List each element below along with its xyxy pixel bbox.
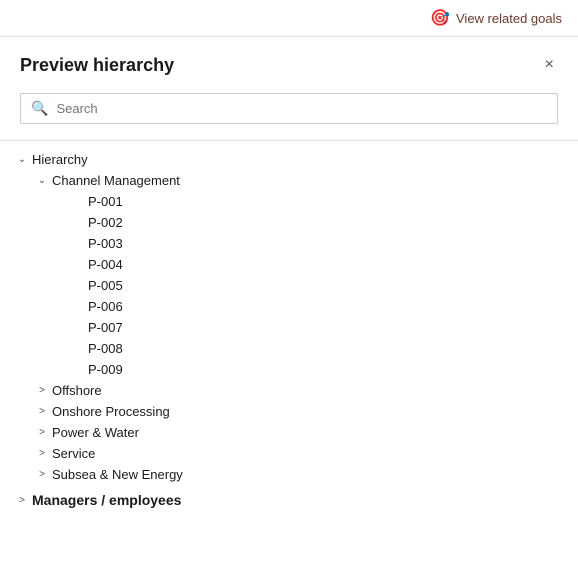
view-related-goals-link[interactable]: 🎯 View related goals	[430, 8, 562, 28]
p006-label: P-006	[88, 299, 123, 314]
search-input[interactable]	[56, 101, 547, 116]
tree-item-p005[interactable]: P-005	[16, 275, 562, 296]
tree-item-p004[interactable]: P-004	[16, 254, 562, 275]
subsea-label: Subsea & New Energy	[52, 467, 183, 482]
tree-item-onshore[interactable]: > Onshore Processing	[16, 401, 562, 422]
tree-item-subsea[interactable]: > Subsea & New Energy	[16, 464, 562, 485]
tree-section: ⌄ Hierarchy ⌄ Channel Management P-001 P…	[0, 141, 578, 519]
p005-label: P-005	[88, 278, 123, 293]
goal-icon: 🎯	[430, 8, 450, 28]
hierarchy-label: Hierarchy	[32, 152, 88, 167]
chevron-power-water: >	[36, 427, 48, 438]
chevron-onshore: >	[36, 406, 48, 417]
tree-item-offshore[interactable]: > Offshore	[16, 380, 562, 401]
p003-label: P-003	[88, 236, 123, 251]
tree-item-p003[interactable]: P-003	[16, 233, 562, 254]
top-bar: 🎯 View related goals	[0, 0, 578, 37]
tree-item-p007[interactable]: P-007	[16, 317, 562, 338]
chevron-managers: >	[16, 495, 28, 506]
search-icon: 🔍	[31, 100, 48, 117]
onshore-label: Onshore Processing	[52, 404, 170, 419]
p004-label: P-004	[88, 257, 123, 272]
p007-label: P-007	[88, 320, 123, 335]
view-related-goals-label: View related goals	[456, 11, 562, 26]
tree-item-hierarchy[interactable]: ⌄ Hierarchy	[16, 149, 562, 170]
tree-root: ⌄ Hierarchy ⌄ Channel Management P-001 P…	[0, 149, 578, 511]
p008-label: P-008	[88, 341, 123, 356]
chevron-channel-management: ⌄	[36, 175, 48, 186]
tree-item-p006[interactable]: P-006	[16, 296, 562, 317]
tree-item-service[interactable]: > Service	[16, 443, 562, 464]
managers-label: Managers / employees	[32, 492, 181, 508]
chevron-hierarchy: ⌄	[16, 154, 28, 165]
p002-label: P-002	[88, 215, 123, 230]
tree-item-channel-management[interactable]: ⌄ Channel Management	[16, 170, 562, 191]
service-label: Service	[52, 446, 95, 461]
power-water-label: Power & Water	[52, 425, 139, 440]
chevron-service: >	[36, 448, 48, 459]
search-box[interactable]: 🔍	[20, 93, 558, 124]
chevron-offshore: >	[36, 385, 48, 396]
offshore-label: Offshore	[52, 383, 102, 398]
chevron-subsea: >	[36, 469, 48, 480]
p009-label: P-009	[88, 362, 123, 377]
panel-title: Preview hierarchy	[20, 55, 174, 76]
tree-item-power-water[interactable]: > Power & Water	[16, 422, 562, 443]
tree-item-managers[interactable]: > Managers / employees	[16, 489, 562, 511]
channel-management-label: Channel Management	[52, 173, 180, 188]
panel-header: Preview hierarchy ×	[20, 53, 558, 77]
p001-label: P-001	[88, 194, 123, 209]
close-button[interactable]: ×	[541, 53, 558, 77]
tree-item-p001[interactable]: P-001	[16, 191, 562, 212]
tree-item-p002[interactable]: P-002	[16, 212, 562, 233]
tree-item-p008[interactable]: P-008	[16, 338, 562, 359]
preview-hierarchy-panel: Preview hierarchy × 🔍	[0, 37, 578, 141]
tree-item-p009[interactable]: P-009	[16, 359, 562, 380]
